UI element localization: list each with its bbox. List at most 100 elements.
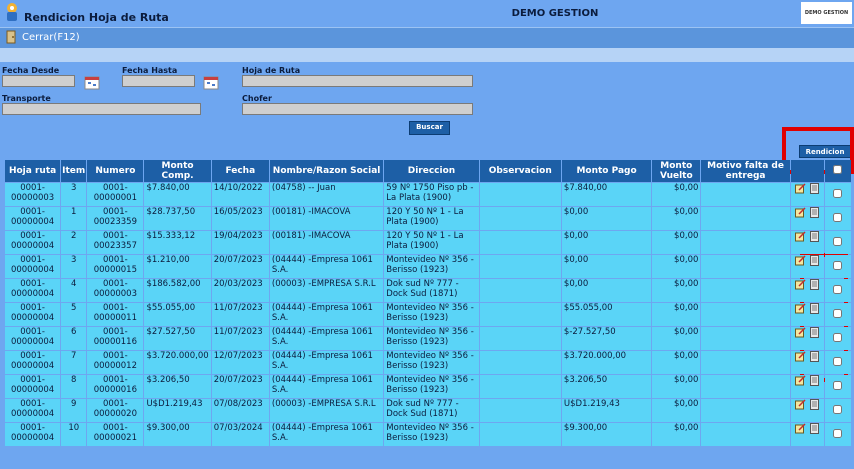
document-icon[interactable] xyxy=(809,255,820,266)
table-cell xyxy=(479,327,561,350)
row-select-checkbox[interactable] xyxy=(833,429,843,438)
table-cell xyxy=(479,255,561,278)
row-select-checkbox[interactable] xyxy=(833,261,843,270)
row-actions xyxy=(790,351,824,374)
table-cell: $0,00 xyxy=(652,183,701,206)
table-cell: 0001-00000015 xyxy=(87,255,144,278)
column-header: Monto Vuelto xyxy=(652,160,701,182)
fecha-desde-label: Fecha Desde xyxy=(2,66,60,75)
table-row[interactable]: 0001-00000004 10 0001-00000021 $9.300,00 07/… xyxy=(5,423,851,446)
table-cell: 19/04/2023 xyxy=(211,231,269,254)
edit-note-icon[interactable] xyxy=(794,183,806,194)
table-row[interactable]: 0001-00000003 3 0001-00000001 $7.840,00 14/1… xyxy=(5,183,851,206)
document-icon[interactable] xyxy=(809,279,820,290)
table-cell[interactable] xyxy=(701,231,790,254)
row-select-checkbox[interactable] xyxy=(833,309,843,318)
edit-note-icon[interactable] xyxy=(794,207,806,218)
table-cell[interactable] xyxy=(701,423,790,446)
table-cell xyxy=(479,207,561,230)
calendar-icon[interactable] xyxy=(203,74,219,90)
search-button[interactable]: Buscar xyxy=(409,121,450,135)
table-cell[interactable] xyxy=(701,399,790,422)
toolbar: Cerrar(F12) xyxy=(0,27,854,49)
table-cell: (00003) -EMPRESA S.R.L xyxy=(269,279,384,302)
edit-note-icon[interactable] xyxy=(794,255,806,266)
table-cell: $55.055,00 xyxy=(144,303,211,326)
table-cell: Montevideo Nº 356 - Berisso (1923) xyxy=(384,351,479,374)
row-select-cell xyxy=(824,183,851,206)
document-icon[interactable] xyxy=(809,375,820,386)
table-row[interactable]: 0001-00000004 4 0001-00000003 $186.582,00 20… xyxy=(5,279,851,302)
transporte-input[interactable] xyxy=(2,103,201,115)
table-cell[interactable] xyxy=(701,255,790,278)
table-cell[interactable] xyxy=(701,207,790,230)
row-select-checkbox[interactable] xyxy=(833,285,843,294)
edit-note-icon[interactable] xyxy=(794,375,806,386)
row-actions xyxy=(790,207,824,230)
table-cell: $0,00 xyxy=(652,375,701,398)
row-select-checkbox[interactable] xyxy=(833,405,843,414)
document-icon[interactable] xyxy=(809,327,820,338)
column-header: Monto Pago xyxy=(561,160,652,182)
table-row[interactable]: 0001-00000004 1 0001-00023359 $28.737,50 16/… xyxy=(5,207,851,230)
document-icon[interactable] xyxy=(809,303,820,314)
table-row[interactable]: 0001-00000004 8 0001-00000016 $3.206,50 20/0… xyxy=(5,375,851,398)
table-row[interactable]: 0001-00000004 3 0001-00000015 $1.210,00 20/0… xyxy=(5,255,851,278)
table-row[interactable]: 0001-00000004 9 0001-00000020 U$D1.219,43 07… xyxy=(5,399,851,422)
edit-note-icon[interactable] xyxy=(794,399,806,410)
row-select-checkbox[interactable] xyxy=(833,357,843,366)
table-row[interactable]: 0001-00000004 6 0001-00000116 $27.527,50 11/… xyxy=(5,327,851,350)
edit-note-icon[interactable] xyxy=(794,231,806,242)
document-icon[interactable] xyxy=(809,399,820,410)
table-cell: 7 xyxy=(61,351,87,374)
row-select-checkbox[interactable] xyxy=(833,381,843,390)
table-header-row: Hoja ruta Item Numero Monto Comp. Fecha Nombr… xyxy=(5,160,851,182)
hoja-ruta-input[interactable] xyxy=(242,75,473,87)
document-icon[interactable] xyxy=(809,231,820,242)
fecha-desde-input[interactable] xyxy=(2,75,75,87)
table-cell: 0001-00023357 xyxy=(87,231,144,254)
edit-note-icon[interactable] xyxy=(794,351,806,362)
close-button[interactable]: Cerrar(F12) xyxy=(4,30,80,44)
fecha-hasta-input[interactable] xyxy=(122,75,195,87)
row-select-checkbox[interactable] xyxy=(833,237,843,246)
row-actions xyxy=(790,327,824,350)
table-cell: 20/03/2023 xyxy=(211,279,269,302)
table-cell[interactable] xyxy=(701,303,790,326)
row-select-cell xyxy=(824,279,851,302)
table-cell: $0,00 xyxy=(652,303,701,326)
table-cell[interactable] xyxy=(701,375,790,398)
table-row[interactable]: 0001-00000004 7 0001-00000012 $3.720.000,00… xyxy=(5,351,851,374)
document-icon[interactable] xyxy=(809,423,820,434)
edit-note-icon[interactable] xyxy=(794,303,806,314)
table-row[interactable]: 0001-00000004 5 0001-00000011 $55.055,00 11/… xyxy=(5,303,851,326)
select-all-checkbox[interactable] xyxy=(833,165,843,174)
table-cell: $27.527,50 xyxy=(144,327,211,350)
row-select-cell xyxy=(824,375,851,398)
table-row[interactable]: 0001-00000004 2 0001-00023357 $15.333,12 19/… xyxy=(5,231,851,254)
table-cell: 0001-00000003 xyxy=(87,279,144,302)
table-cell: 0001-00000004 xyxy=(5,231,61,254)
row-select-checkbox[interactable] xyxy=(833,333,843,342)
row-select-cell xyxy=(824,303,851,326)
table-cell: Montevideo Nº 356 - Berisso (1923) xyxy=(384,303,479,326)
document-icon[interactable] xyxy=(809,351,820,362)
table-cell[interactable] xyxy=(701,183,790,206)
table-cell xyxy=(479,279,561,302)
table-cell[interactable] xyxy=(701,327,790,350)
document-icon[interactable] xyxy=(809,183,820,194)
table-cell: 0001-00000021 xyxy=(87,423,144,446)
table-cell[interactable] xyxy=(701,279,790,302)
edit-note-icon[interactable] xyxy=(794,423,806,434)
calendar-icon[interactable] xyxy=(84,74,100,90)
row-select-checkbox[interactable] xyxy=(833,213,843,222)
edit-note-icon[interactable] xyxy=(794,279,806,290)
table-cell: $55.055,00 xyxy=(561,303,652,326)
chofer-input[interactable] xyxy=(242,103,473,115)
table-cell: $7.840,00 xyxy=(561,183,652,206)
edit-note-icon[interactable] xyxy=(794,327,806,338)
company-logo: DEMO GESTION xyxy=(801,2,852,24)
table-cell[interactable] xyxy=(701,351,790,374)
document-icon[interactable] xyxy=(809,207,820,218)
row-select-checkbox[interactable] xyxy=(833,189,843,198)
